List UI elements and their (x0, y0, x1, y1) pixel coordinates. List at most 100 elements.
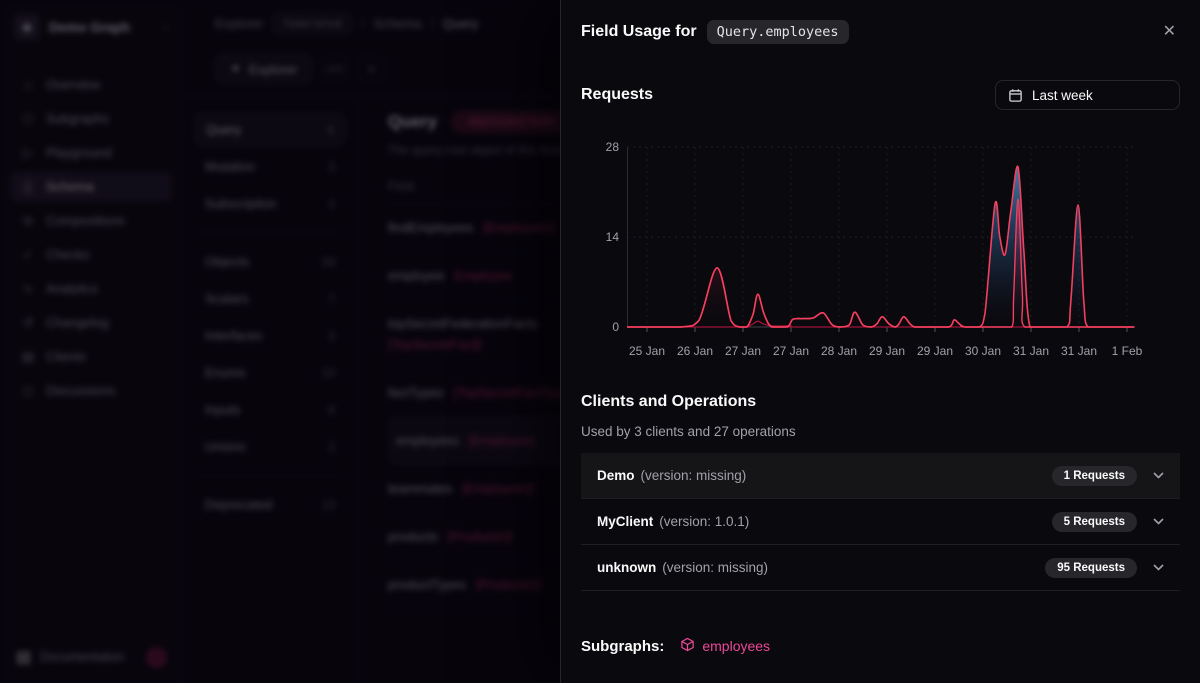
x-tick-label: 1 Feb (1112, 344, 1143, 358)
type-nav-label: Subscription (205, 196, 277, 211)
close-icon[interactable]: ✕ (1159, 20, 1180, 44)
type-nav-count: 2 (328, 197, 335, 211)
breadcrumb-schema[interactable]: Schema (374, 16, 422, 31)
chevron-down-icon[interactable] (1153, 564, 1164, 571)
sidebar-item-label: Changelog (46, 315, 109, 330)
sidebar-item-schema[interactable]: {}Schema (10, 172, 172, 201)
field-name: employees (396, 433, 459, 448)
field-type-link[interactable]: [TopSecretFact]! (388, 337, 483, 352)
sidebar-item-playground[interactable]: ▷Playground (10, 138, 172, 167)
sidebar-item-compositions[interactable]: ⧉ Compositions (10, 206, 172, 235)
field-name: topSecretFederationFacts (388, 316, 538, 331)
divider (197, 232, 343, 233)
field-type-link[interactable]: [Employee] (469, 433, 534, 448)
type-nav-label: Objects (205, 254, 249, 269)
playground-icon: ▷ (20, 145, 36, 161)
requests-heading: Requests (581, 86, 653, 104)
sidebar-item-subgraphs[interactable]: ⬡Subgraphs (10, 104, 172, 133)
field-name: teammates (388, 481, 452, 496)
field-type-link[interactable]: Employee (454, 268, 512, 283)
documentation-link[interactable]: Documentation (40, 650, 138, 664)
subgraphs-icon: ⬡ (20, 111, 36, 127)
type-nav-scalars[interactable]: Scalars7 (195, 282, 345, 315)
type-nav-label: Interfaces (205, 328, 262, 343)
x-tick-label: 27 Jan (725, 344, 761, 358)
changelog-icon: ↺ (20, 315, 36, 331)
y-tick-label: 28 (606, 140, 619, 154)
schema-type-nav: Query8 Mutation3 Subscription 2 Objects28 Sca… (183, 97, 358, 683)
sidebar-item-label: Compositions (46, 213, 125, 228)
field-type-link[interactable]: [Employee!]! (462, 481, 534, 496)
field-usage-drawer: Field Usage for Query.employees ✕ Reques… (560, 0, 1200, 683)
chevron-down-icon[interactable] (1153, 472, 1164, 479)
field-type-link[interactable]: [Employee!]! (483, 220, 555, 235)
subgraph-link-employees[interactable]: employees (680, 637, 770, 655)
field-name: products (388, 529, 438, 544)
x-tick-label: 26 Jan (677, 344, 713, 358)
field-type-link[interactable]: [TopSecretFactType!] (454, 385, 577, 400)
field-name: factTypes (388, 385, 444, 400)
type-nav-inputs[interactable]: Inputs6 (195, 393, 345, 426)
client-row-demo[interactable]: Demo(version: missing)1 Requests (581, 453, 1180, 499)
date-range-select[interactable]: Last week (995, 80, 1180, 110)
graph-name: Demo Graph (49, 20, 155, 35)
explorer-button[interactable]: ✦ Explorer (215, 54, 312, 84)
type-nav-mutation[interactable]: Mutation3 (195, 150, 345, 183)
sidebar-footer: ▤ Documentation (10, 647, 172, 667)
client-row-myclient[interactable]: MyClient (version: 1.0.1) 5 Requests (581, 499, 1180, 545)
date-range-value: Last week (1032, 88, 1093, 103)
type-nav-objects[interactable]: Objects28 (195, 245, 345, 278)
analytics-icon: ∿ (20, 281, 36, 297)
sidebar-item-clients[interactable]: ▤Clients (10, 342, 172, 371)
sidebar-item-analytics[interactable]: ∿Analytics (10, 274, 172, 303)
overview-icon: ⌂ (20, 77, 36, 92)
type-nav-label: Inputs (205, 402, 240, 417)
field-coordinate-chip: Query.employees (707, 20, 849, 44)
requests-count-badge: 95 Requests (1045, 558, 1137, 578)
chart-x-axis: 25 Jan26 Jan27 Jan27 Jan28 Jan29 Jan29 J… (627, 341, 1135, 361)
breadcrumb--: / (361, 16, 365, 31)
field-type-link[interactable]: [Products!]! (476, 577, 542, 592)
breadcrumb-explorer[interactable]: Explorer (215, 16, 263, 31)
clients-heading: Clients and Operations (581, 393, 1180, 411)
sidebar-item-discussions[interactable]: ◻Discussions (10, 376, 172, 405)
requests-count-badge: 1 Requests (1052, 466, 1137, 486)
compositions-icon: ⧉ (20, 213, 36, 229)
list-icon[interactable]: ≡ (358, 56, 384, 82)
type-nav-count: 10 (322, 366, 335, 380)
x-tick-label: 29 Jan (917, 344, 953, 358)
type-nav-unions[interactable]: Unions 2 (195, 430, 345, 463)
breadcrumb-federated[interactable]: federated (272, 13, 352, 34)
code-icon[interactable]: </> (322, 56, 348, 82)
type-nav-interfaces[interactable]: Interfaces3 (195, 319, 345, 352)
client-name: MyClient (597, 514, 653, 529)
chevron-down-icon[interactable] (1153, 518, 1164, 525)
subgraphs-label: Subgraphs: (581, 638, 664, 655)
client-name: unknown (597, 560, 656, 575)
type-nav-deprecated[interactable]: Deprecated13 (195, 488, 345, 521)
type-nav-subscription[interactable]: Subscription 2 (195, 187, 345, 220)
sidebar-item-changelog[interactable]: ↺ Changelog (10, 308, 172, 337)
type-nav-query[interactable]: Query8 (195, 113, 345, 146)
field-name: findEmployees (388, 220, 473, 235)
field-name: productTypes (388, 577, 466, 592)
client-row-unknown[interactable]: unknown (version: missing) 95 Requests (581, 545, 1180, 591)
requests-count-badge: 5 Requests (1052, 512, 1137, 532)
graph-switcher[interactable]: ◆ Demo Graph › (10, 14, 172, 40)
help-bubble-icon[interactable] (147, 648, 166, 667)
x-tick-label: 31 Jan (1061, 344, 1097, 358)
client-version: (version: 1.0.1) (659, 514, 749, 529)
type-nav-label: Unions (205, 439, 245, 454)
client-version: (version: missing) (662, 560, 768, 575)
cube-icon (680, 637, 695, 655)
requests-chart: 01428 25 Jan26 Jan27 Jan27 Jan28 Jan29 J… (581, 136, 1180, 361)
field-type-link[interactable]: [Products!]! (448, 529, 514, 544)
sidebar-item-checks[interactable]: ✓Checks (10, 240, 172, 269)
schema-icon: {} (20, 179, 36, 194)
divider (197, 475, 343, 476)
x-tick-label: 28 Jan (821, 344, 857, 358)
breadcrumb-query[interactable]: Query (443, 16, 478, 31)
sidebar-item-overview[interactable]: ⌂Overview (10, 70, 172, 99)
type-nav-count: 2 (328, 440, 335, 454)
type-nav-enums[interactable]: Enums10 (195, 356, 345, 389)
